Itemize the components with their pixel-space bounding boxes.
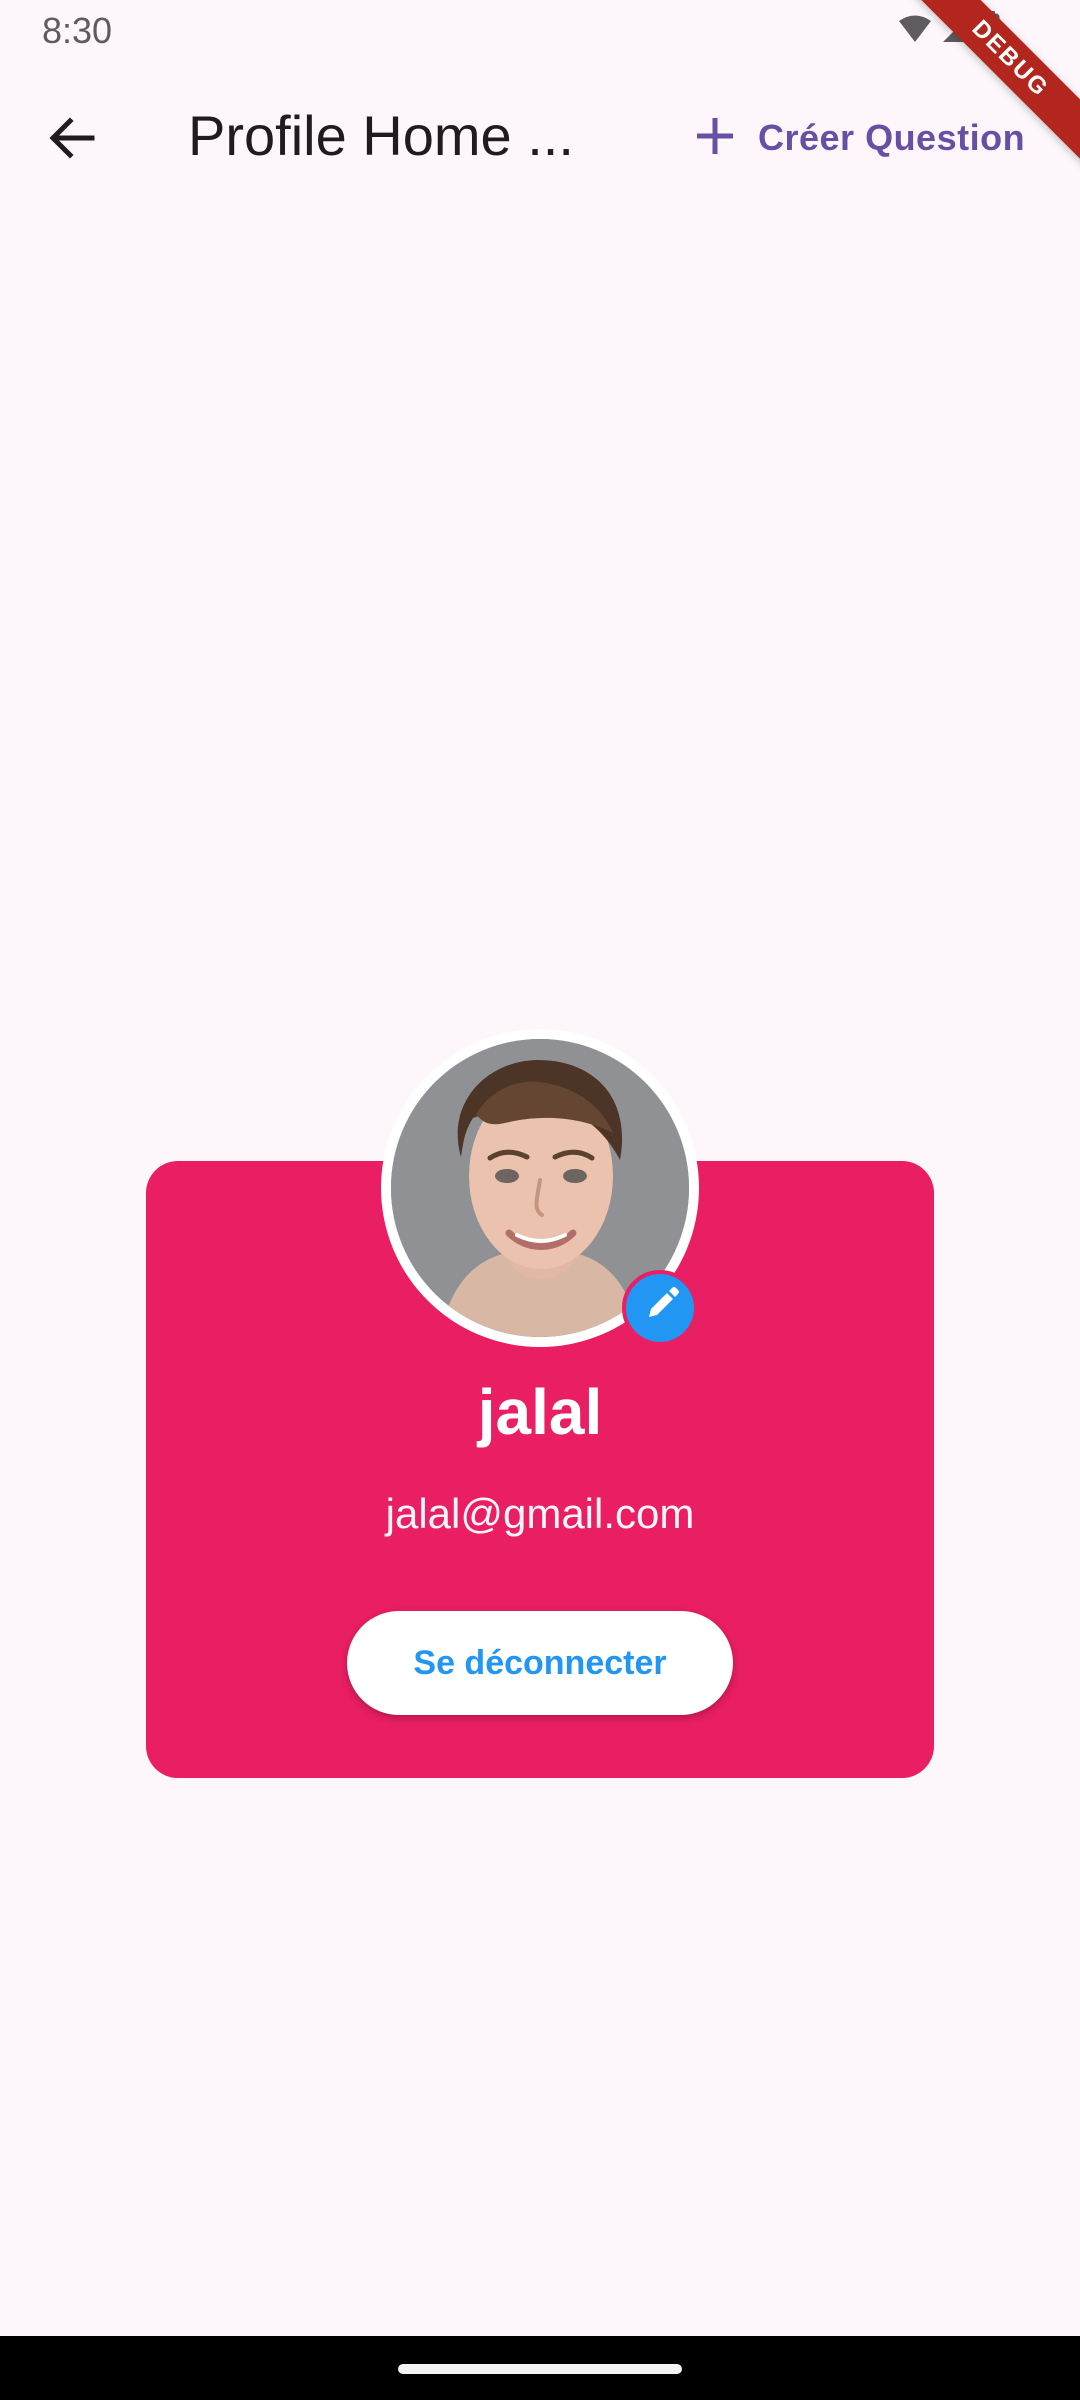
back-button[interactable] bbox=[28, 96, 116, 184]
home-indicator[interactable] bbox=[398, 2364, 682, 2374]
plus-icon bbox=[694, 115, 736, 162]
system-navigation-bar bbox=[0, 2336, 1080, 2400]
logout-label: Se déconnecter bbox=[413, 1643, 667, 1682]
arrow-left-icon bbox=[46, 112, 98, 169]
app-bar: Profile Home ... Créer Question bbox=[0, 68, 1080, 204]
wifi-icon bbox=[898, 13, 932, 48]
create-question-button[interactable]: Créer Question bbox=[676, 98, 1043, 178]
status-bar: 8:30 bbox=[0, 0, 1080, 64]
pencil-icon bbox=[639, 1285, 681, 1332]
page-title: Profile Home ... bbox=[188, 104, 574, 167]
create-question-label: Créer Question bbox=[758, 117, 1026, 158]
status-time: 8:30 bbox=[42, 10, 113, 51]
logout-button[interactable]: Se déconnecter bbox=[347, 1611, 733, 1715]
edit-avatar-button[interactable] bbox=[622, 1270, 698, 1346]
user-name: jalal bbox=[477, 1376, 603, 1448]
user-email: jalal@gmail.com bbox=[385, 1490, 695, 1537]
